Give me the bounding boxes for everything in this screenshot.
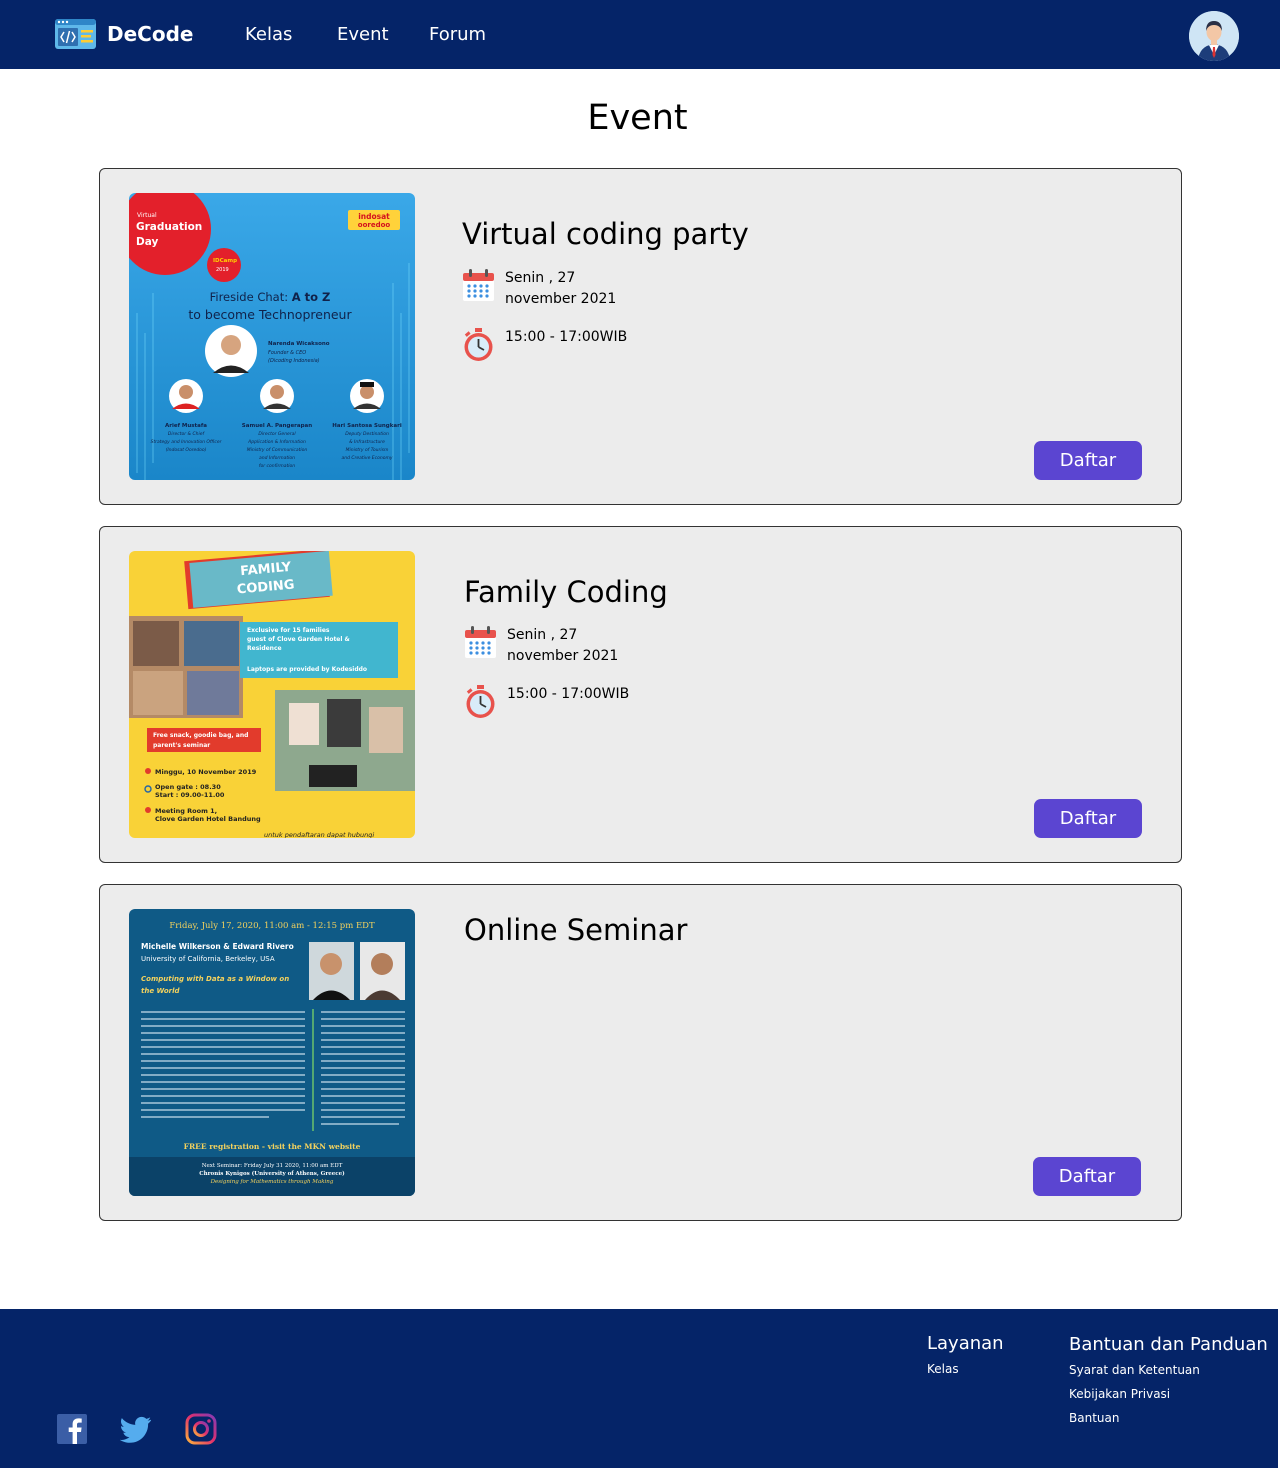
svg-text:Meeting Room 1,: Meeting Room 1, [155,807,217,815]
event-title: Online Seminar [464,913,688,947]
twitter-icon[interactable] [120,1413,152,1445]
event-poster-image: FAMILY CODING Exclusive for 15 families … [129,551,415,838]
svg-text:Residence: Residence [247,645,282,652]
svg-text:Arief Mustafa: Arief Mustafa [165,423,207,429]
svg-text:2019: 2019 [216,267,229,273]
svg-text:Samuel A. Pangerapan: Samuel A. Pangerapan [242,423,312,429]
svg-text:untuk pendaftaran dapat hubung: untuk pendaftaran dapat hubungi [264,831,374,838]
footer-link-kelas[interactable]: Kelas [927,1362,959,1376]
svg-text:Director & Chief: Director & Chief [168,431,206,437]
svg-text:for confirmation: for confirmation [259,463,295,469]
svg-text:Computing with Data as a Windo: Computing with Data as a Window on [141,975,289,983]
brand-name: DeCode [107,22,194,46]
daftar-button[interactable]: Daftar [1033,1157,1141,1196]
svg-text:ooredoo: ooredoo [358,221,391,229]
daftar-button[interactable]: Daftar [1034,799,1142,838]
facebook-icon[interactable] [56,1413,88,1445]
event-time: 15:00 - 17:00WIB [462,327,635,361]
footer-link-privasi[interactable]: Kebijakan Privasi [1069,1387,1170,1401]
svg-text:Ministry of Communication: Ministry of Communication [247,447,308,453]
svg-text:indosat: indosat [358,212,390,221]
stopwatch-icon [466,685,495,718]
svg-text:Michelle Wilkerson & Edward Ri: Michelle Wilkerson & Edward Rivero [141,942,294,951]
event-card: Virtual Graduation Day IDCamp 2019 indos… [99,168,1182,505]
event-date: Senin , 27 november 2021 [462,268,635,310]
svg-text:Strategy and Innovation Office: Strategy and Innovation Officer [151,439,223,445]
calendar-icon [465,626,496,658]
svg-text:Day: Day [136,236,158,248]
stopwatch-icon [464,328,493,361]
footer-layanan-title: Layanan [927,1333,1004,1354]
svg-text:and Creative Economy: and Creative Economy [341,455,392,461]
event-date-text: Senin , 27 november 2021 [507,627,619,664]
event-time-text: 15:00 - 17:00WIB [505,329,628,345]
svg-text:Director General: Director General [258,431,296,437]
svg-text:Chronis Kynigos (University of: Chronis Kynigos (University of Athens, G… [199,1170,345,1177]
svg-text:FREE registration - visit the: FREE registration - visit the MKN websit… [184,1142,361,1151]
svg-text:Free snack, goodie bag, and: Free snack, goodie bag, and [153,732,248,739]
svg-text:the World: the World [141,987,181,995]
event-title: Virtual coding party [462,217,749,251]
svg-text:guest of Clove Garden Hotel &: guest of Clove Garden Hotel & [247,636,350,643]
code-window-icon [55,19,96,49]
svg-text:& Infrastructure: & Infrastructure [349,439,385,445]
svg-text:Exclusive for 15 families: Exclusive for 15 families [247,627,330,634]
daftar-button[interactable]: Daftar [1034,441,1142,480]
svg-text:Deputy Destination: Deputy Destination [345,431,389,437]
event-card: Friday, July 17, 2020, 11:00 am - 12:15 … [99,884,1182,1221]
event-poster-image: Friday, July 17, 2020, 11:00 am - 12:15 … [129,909,415,1196]
svg-text:University of California, Berk: University of California, Berkeley, USA [141,955,275,963]
svg-text:Friday, July 17, 2020, 11:00 a: Friday, July 17, 2020, 11:00 am - 12:15 … [169,921,375,931]
user-avatar[interactable] [1189,11,1239,61]
svg-text:Narenda Wicaksono: Narenda Wicaksono [268,341,330,347]
svg-text:IDCamp: IDCamp [213,258,237,264]
svg-text:Hari Santosa Sungkari: Hari Santosa Sungkari [332,423,402,429]
svg-text:Application & Information: Application & Information [247,439,306,445]
user-avatar-icon [1189,11,1239,61]
svg-text:Clove Garden Hotel Bandung: Clove Garden Hotel Bandung [155,815,261,823]
svg-text:Founder & CEO: Founder & CEO [268,350,306,356]
event-time-text: 15:00 - 17:00WIB [507,686,630,702]
svg-text:(Indosat Ooredoo): (Indosat Ooredoo) [166,447,207,453]
footer-bantuan-title: Bantuan dan Panduan [1069,1334,1268,1355]
svg-text:Virtual: Virtual [137,212,157,219]
svg-text:and Information: and Information [259,455,295,461]
svg-text:parent's seminar: parent's seminar [153,742,210,749]
svg-text:Next Seminar: Friday July 31 2: Next Seminar: Friday July 31 2020, 11:00… [202,1163,343,1169]
svg-text:Open gate : 08.30: Open gate : 08.30 [155,783,221,791]
event-date: Senin , 27 november 2021 [464,625,637,667]
svg-text:Ministry of Tourism: Ministry of Tourism [346,447,389,453]
page-title: Event [587,98,688,138]
svg-text:Designing for Mathematics thro: Designing for Mathematics through Making [210,1179,334,1185]
event-date-text: Senin , 27 november 2021 [505,270,617,307]
svg-text:Minggu, 10 November 2019: Minggu, 10 November 2019 [155,768,257,776]
svg-text:Fireside Chat: A to Z: Fireside Chat: A to Z [210,290,331,304]
event-title: Family Coding [464,575,668,609]
footer-link-syarat[interactable]: Syarat dan Ketentuan [1069,1363,1200,1377]
nav-event[interactable]: Event [337,24,389,45]
nav-kelas[interactable]: Kelas [245,24,292,45]
event-time: 15:00 - 17:00WIB [464,684,637,718]
footer-link-bantuan[interactable]: Bantuan [1069,1411,1119,1425]
top-navbar: DeCode Kelas Event Forum [0,0,1280,69]
svg-text:Graduation: Graduation [136,221,202,233]
nav-forum[interactable]: Forum [429,24,486,45]
svg-text:Start : 09.00-11.00: Start : 09.00-11.00 [155,791,225,799]
svg-text:to become Technopreneur: to become Technopreneur [188,307,352,322]
instagram-icon[interactable] [185,1413,217,1445]
svg-text:(Dicoding Indonesia): (Dicoding Indonesia) [268,358,320,364]
event-card: FAMILY CODING Exclusive for 15 families … [99,526,1182,863]
calendar-icon [463,269,494,301]
brand-logo[interactable]: DeCode [55,19,193,49]
event-poster-image: Virtual Graduation Day IDCamp 2019 indos… [129,193,415,480]
svg-text:Laptops are provided by Kodesi: Laptops are provided by Kodesiddo [247,666,367,673]
